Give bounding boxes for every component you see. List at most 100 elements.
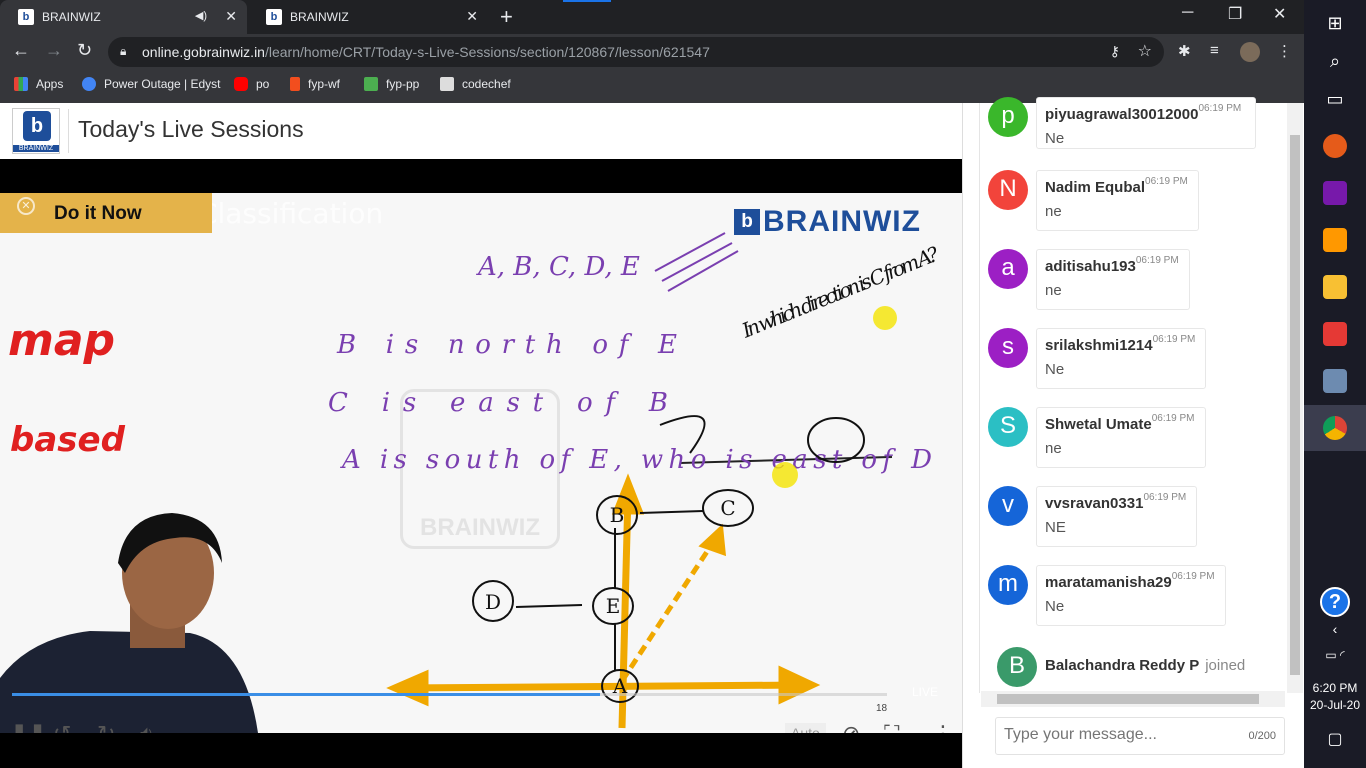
page-title: Today's Live Sessions bbox=[78, 116, 304, 142]
message-time: 06:19 PM bbox=[1143, 492, 1187, 503]
brainwiz-favicon-icon: b bbox=[266, 9, 282, 25]
chrome-icon[interactable] bbox=[1304, 405, 1366, 451]
node-b: B bbox=[610, 503, 625, 527]
url-path: /learn/home/CRT/Today-s-Live-Sessions/se… bbox=[264, 44, 710, 60]
avatar: v bbox=[988, 486, 1028, 526]
message-bubble: Shwetal Umate06:19 PM ne bbox=[1036, 407, 1206, 468]
wb-highlight-a bbox=[873, 306, 897, 330]
pause-button[interactable]: ❚❚ bbox=[10, 721, 47, 733]
message-text: Ne bbox=[1045, 598, 1065, 615]
forward-button[interactable]: → bbox=[45, 40, 63, 61]
codechef-icon bbox=[440, 77, 454, 91]
bookmark-label: po bbox=[256, 77, 270, 91]
browser-chrome: b BRAINWIZ ◀) ✕ b BRAINWIZ ✕ + ─ ❐ ✕ ← →… bbox=[0, 0, 1304, 103]
media-control-icon[interactable]: ≡ bbox=[1210, 42, 1219, 59]
tab-label: BRAINWIZ bbox=[290, 10, 349, 24]
wb-line3: A is south of E, who is east of D bbox=[340, 445, 932, 475]
more-options-icon[interactable]: ⋮ bbox=[932, 721, 954, 733]
avatar: a bbox=[988, 249, 1028, 289]
bookmark-fyp-wf[interactable]: fyp-wf bbox=[290, 77, 340, 91]
message-time: 06:19 PM bbox=[1135, 255, 1179, 266]
node-c: C bbox=[720, 496, 735, 520]
logo-text: BRAINWIZ bbox=[13, 145, 59, 152]
task-view-icon[interactable]: ▭ bbox=[1304, 76, 1366, 122]
notifications-icon[interactable]: ▢ bbox=[1304, 716, 1366, 762]
sublime-icon[interactable] bbox=[1304, 217, 1366, 263]
tab-brainwiz[interactable]: b BRAINWIZ ✕ bbox=[248, 0, 488, 34]
profile-avatar[interactable] bbox=[1240, 42, 1260, 62]
close-window-button[interactable]: ✕ bbox=[1273, 4, 1286, 24]
onenote-icon[interactable] bbox=[1304, 170, 1366, 216]
bookmark-apps[interactable]: Apps bbox=[14, 77, 63, 91]
address-bar[interactable]: 🔒︎ online.gobrainwiz.in/learn/home/CRT/T… bbox=[108, 37, 1164, 67]
live-indicator: LIVE bbox=[912, 685, 939, 699]
back-button[interactable]: ← bbox=[12, 40, 30, 61]
figma-icon bbox=[290, 77, 300, 91]
tab-label: BRAINWIZ bbox=[42, 10, 101, 24]
chat-horizontal-scrollbar[interactable] bbox=[981, 691, 1285, 707]
bookmark-fyp-pp[interactable]: fyp-pp bbox=[364, 77, 419, 91]
quality-selector[interactable]: Auto bbox=[785, 723, 826, 733]
bookmark-power-outage[interactable]: Power Outage | Edyst bbox=[82, 77, 221, 91]
bookmark-po[interactable]: po bbox=[234, 77, 269, 91]
reload-button[interactable]: ↻ bbox=[77, 40, 92, 61]
message-time: 06:19 PM bbox=[1198, 103, 1242, 114]
video-player[interactable]: Analogy & Classification ✕ Do it Now b B… bbox=[0, 193, 962, 733]
firefox-icon[interactable] bbox=[1304, 123, 1366, 169]
sender-name: maratamanisha29 bbox=[1045, 574, 1172, 591]
pdf-icon[interactable] bbox=[1304, 311, 1366, 357]
message-time: 06:19 PM bbox=[1145, 176, 1188, 187]
edyst-icon bbox=[82, 77, 96, 91]
clock[interactable]: 6:20 PM 20-Jul-20 bbox=[1304, 680, 1366, 714]
tab-close-icon[interactable]: ✕ bbox=[466, 8, 478, 25]
cast-off-icon[interactable]: ⊘ bbox=[842, 721, 860, 733]
message-bubble: srilakshmi121406:19 PM Ne bbox=[1036, 328, 1207, 389]
avatar: N bbox=[988, 170, 1028, 210]
scrollbar-thumb[interactable] bbox=[997, 694, 1259, 704]
extensions-icon[interactable]: ✱ bbox=[1178, 42, 1191, 60]
joined-label: joined bbox=[1205, 657, 1246, 674]
restore-button[interactable]: ❐ bbox=[1228, 4, 1242, 24]
message-bubble: vvsravan033106:19 PM NE bbox=[1036, 486, 1198, 547]
brainwiz-logo[interactable]: b BRAINWIZ bbox=[12, 108, 60, 154]
bookmark-label: Apps bbox=[36, 77, 64, 91]
message-bubble: Nadim Equbal06:19 PM ne bbox=[1036, 170, 1199, 231]
wb-map: map bbox=[8, 315, 115, 366]
scrollbar-thumb[interactable] bbox=[1290, 135, 1300, 675]
char-counter: 0/200 bbox=[1248, 730, 1276, 742]
tab-close-icon[interactable]: ✕ bbox=[225, 8, 237, 25]
lock-icon[interactable]: 🔒︎ bbox=[120, 44, 126, 59]
minimize-button[interactable]: ─ bbox=[1182, 4, 1193, 22]
bookmark-label: fyp-wf bbox=[308, 77, 341, 91]
key-icon[interactable]: ⚷ bbox=[1110, 43, 1120, 60]
network-battery-icon[interactable]: ▭ ◜ bbox=[1304, 632, 1366, 678]
chat-vertical-scrollbar[interactable] bbox=[1287, 103, 1303, 693]
bookmark-label: fyp-pp bbox=[386, 77, 420, 91]
bookmark-codechef[interactable]: codechef bbox=[440, 77, 511, 91]
sender-name: srilakshmi1214 bbox=[1045, 337, 1153, 354]
wb-nodes: B C D E A bbox=[485, 496, 736, 698]
speaker-icon[interactable]: ◀) bbox=[195, 9, 207, 22]
clock-date: 20-Jul-20 bbox=[1309, 698, 1361, 712]
rewind-10-button[interactable]: ↺ bbox=[53, 721, 71, 733]
chat-messages[interactable]: p piyuagrawal3001200006:19 PM Ne N Nadim… bbox=[979, 97, 1275, 693]
sender-name: aditisahu193 bbox=[1045, 258, 1136, 275]
message-bubble: aditisahu19306:19 PM ne bbox=[1036, 249, 1190, 310]
chat-input-box[interactable]: 0/200 bbox=[995, 717, 1285, 755]
chat-message-input[interactable] bbox=[1004, 726, 1224, 744]
video-progress-bar[interactable] bbox=[12, 693, 887, 696]
calculator-icon[interactable] bbox=[1304, 358, 1366, 404]
forward-10-button[interactable]: ↻ bbox=[97, 721, 115, 733]
menu-icon[interactable]: ⋮ bbox=[1277, 42, 1292, 60]
tab-brainwiz-active[interactable]: b BRAINWIZ ◀) ✕ bbox=[0, 0, 247, 34]
bookmark-star-icon[interactable]: ☆ bbox=[1138, 41, 1152, 61]
new-tab-button[interactable]: + bbox=[500, 4, 513, 30]
pd-icon bbox=[364, 77, 378, 91]
file-explorer-icon[interactable] bbox=[1304, 264, 1366, 310]
avatar: B bbox=[997, 647, 1037, 687]
message-bubble: maratamanisha2906:19 PM Ne bbox=[1036, 565, 1226, 626]
fullscreen-button[interactable]: ⛶ bbox=[884, 721, 899, 733]
volume-button[interactable]: 🔉︎ bbox=[140, 721, 154, 733]
url-host: online.gobrainwiz.in bbox=[142, 44, 265, 60]
bookmark-label: Power Outage | Edyst bbox=[104, 77, 221, 91]
